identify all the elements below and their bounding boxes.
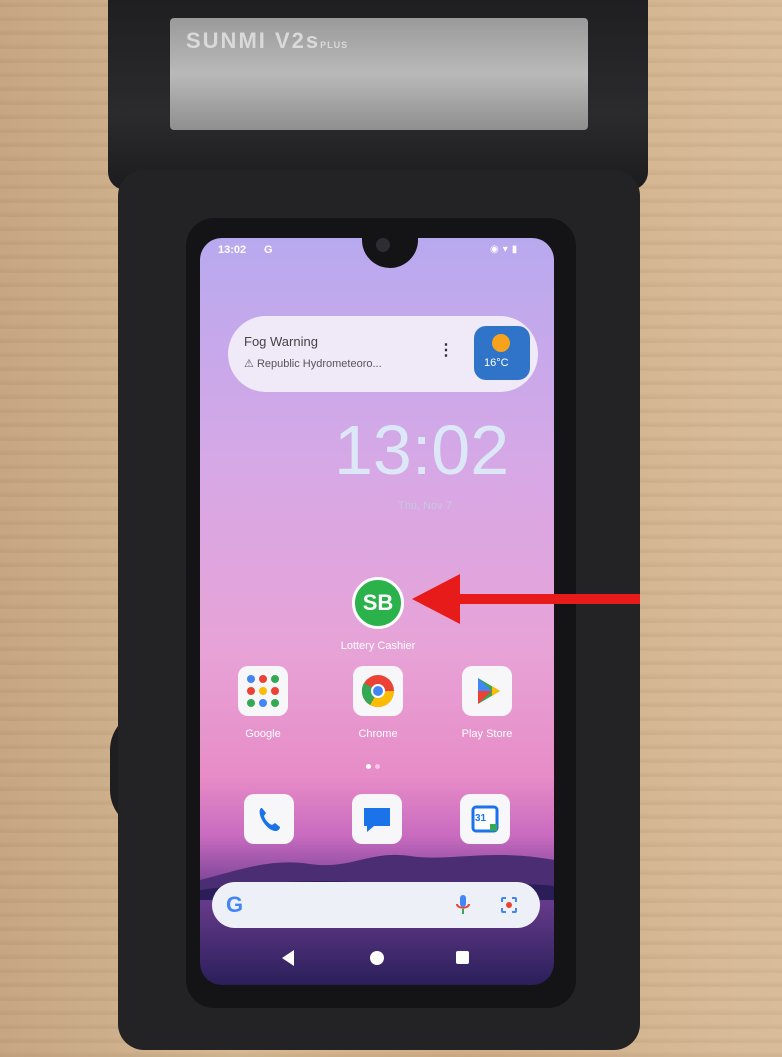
chrome-icon bbox=[361, 675, 395, 708]
widget-subtitle: ⚠ Republic Hydrometeoro... bbox=[244, 358, 382, 370]
page-indicator bbox=[366, 756, 386, 769]
back-button[interactable] bbox=[282, 950, 294, 966]
device-brand: SUNMI V2sPLUS bbox=[186, 28, 349, 53]
google-apps-grid-icon bbox=[247, 675, 279, 707]
recents-button[interactable] bbox=[456, 951, 469, 964]
messages-app[interactable] bbox=[352, 794, 402, 844]
calendar-day: 31 bbox=[475, 813, 487, 824]
wifi-icon: ◉ bbox=[490, 244, 503, 255]
status-icons: ◉▾▮ bbox=[490, 244, 521, 255]
home-button[interactable] bbox=[370, 951, 384, 965]
lottery-cashier-label: Lottery Cashier bbox=[340, 640, 416, 652]
google-folder[interactable] bbox=[238, 666, 288, 716]
play-store-icon bbox=[478, 678, 500, 704]
play-store-label: Play Store bbox=[461, 728, 513, 740]
play-store-app[interactable] bbox=[462, 666, 512, 716]
chrome-app[interactable] bbox=[353, 666, 403, 716]
sb-logo-text: SB bbox=[362, 590, 394, 615]
google-g-icon[interactable]: G bbox=[226, 892, 243, 918]
google-label: Google bbox=[245, 728, 281, 740]
lens-icon[interactable] bbox=[500, 896, 518, 914]
front-camera bbox=[376, 238, 390, 252]
phone-app[interactable] bbox=[244, 794, 294, 844]
temperature: 16°C bbox=[484, 357, 509, 369]
phone-icon bbox=[259, 808, 280, 831]
clock-time[interactable]: 13:02 bbox=[334, 410, 509, 490]
signal-icon: ▾ bbox=[502, 244, 512, 255]
sun-icon bbox=[492, 334, 510, 352]
annotation-arrow-shaft bbox=[450, 594, 640, 604]
messages-icon bbox=[364, 808, 390, 832]
chrome-label: Chrome bbox=[358, 728, 398, 740]
google-notification-icon: G bbox=[264, 244, 273, 256]
annotation-arrow-head bbox=[412, 574, 460, 624]
microphone-icon[interactable] bbox=[456, 894, 470, 916]
widget-title: Fog Warning bbox=[244, 334, 318, 349]
battery-icon: ▮ bbox=[511, 244, 522, 255]
clock-date[interactable]: Thu, Nov 7 bbox=[398, 500, 452, 512]
status-time: 13:02 bbox=[218, 244, 247, 256]
widget-menu-button[interactable]: ⋮ bbox=[438, 340, 454, 360]
google-search-bar[interactable] bbox=[212, 882, 540, 928]
warning-triangle-icon: ⚠ bbox=[244, 358, 254, 370]
